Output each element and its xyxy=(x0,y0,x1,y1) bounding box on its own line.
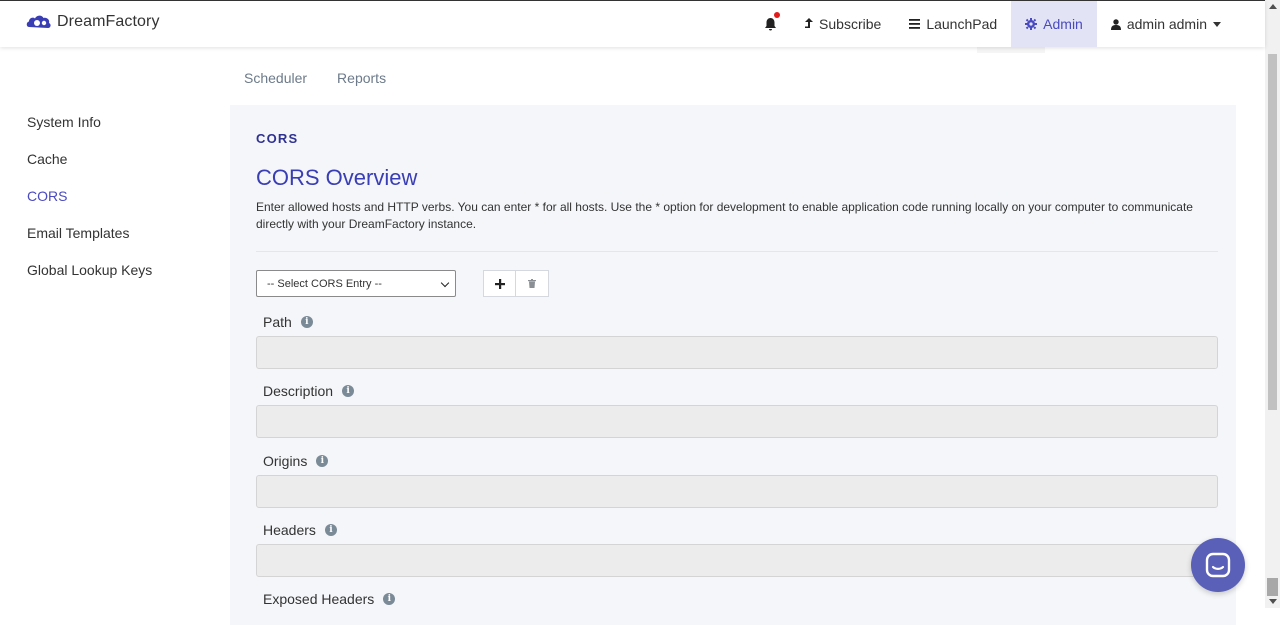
info-icon[interactable]: i xyxy=(383,593,396,605)
entry-actions xyxy=(483,270,549,297)
path-label: Path i xyxy=(263,314,313,330)
user-name: admin admin xyxy=(1126,16,1207,32)
description-label-text: Description xyxy=(263,383,334,399)
subscribe-label: Subscribe xyxy=(819,16,882,32)
dreamfactory-logo-icon xyxy=(26,15,51,28)
tab-scheduler[interactable]: Scheduler xyxy=(229,70,322,86)
page-scrollbar[interactable] xyxy=(1265,0,1280,608)
cors-entry-select[interactable]: -- Select CORS Entry -- xyxy=(256,270,456,297)
nav-right: Subscribe LaunchPad Admin admin admin xyxy=(750,1,1265,47)
headers-label-text: Headers xyxy=(263,522,316,538)
origins-label-text: Origins xyxy=(263,453,308,469)
origins-label: Origins i xyxy=(263,453,329,469)
trash-icon xyxy=(528,279,536,288)
sidebar-item-cache[interactable]: Cache xyxy=(27,152,152,189)
info-icon[interactable]: i xyxy=(316,455,329,467)
sidebar: System Info Cache CORS Email Templates G… xyxy=(27,115,152,300)
sidebar-item-email-templates[interactable]: Email Templates xyxy=(27,226,152,263)
notification-dot xyxy=(774,12,781,18)
info-icon[interactable]: i xyxy=(342,385,355,397)
scroll-down-arrow-icon[interactable] xyxy=(1269,599,1277,604)
admin-button[interactable]: Admin xyxy=(1011,1,1097,47)
cors-panel: CORS CORS Overview Enter allowed hosts a… xyxy=(230,105,1236,625)
scroll-up-arrow-icon[interactable] xyxy=(1269,4,1277,9)
subnav-tabs: Scheduler Reports xyxy=(229,70,401,86)
plus-icon xyxy=(494,278,505,289)
scrollbar-handle[interactable] xyxy=(1267,578,1278,596)
info-icon[interactable]: i xyxy=(324,524,337,536)
page-description: Enter allowed hosts and HTTP verbs. You … xyxy=(256,200,1193,231)
add-entry-button[interactable] xyxy=(483,270,516,297)
launchpad-label: LaunchPad xyxy=(926,16,998,32)
notifications-button[interactable] xyxy=(750,1,791,47)
section-label: CORS xyxy=(256,131,299,146)
origins-input[interactable] xyxy=(256,475,1218,508)
sidebar-item-system-info[interactable]: System Info xyxy=(27,115,152,152)
menu-bars-icon xyxy=(909,19,921,29)
subscribe-button[interactable]: Subscribe xyxy=(791,1,895,47)
user-menu-button[interactable]: admin admin xyxy=(1097,1,1235,47)
delete-entry-button[interactable] xyxy=(516,270,549,297)
sidebar-item-global-lookup-keys[interactable]: Global Lookup Keys xyxy=(27,263,152,300)
description-label: Description i xyxy=(263,383,355,399)
divider xyxy=(256,251,1218,252)
description-input[interactable] xyxy=(256,405,1218,438)
chat-icon xyxy=(1205,552,1231,578)
info-icon[interactable]: i xyxy=(300,316,313,328)
exposed-headers-label: Exposed Headers i xyxy=(263,591,396,607)
headers-input[interactable] xyxy=(256,544,1218,577)
tab-reports[interactable]: Reports xyxy=(322,70,401,86)
upload-arrow-icon xyxy=(805,18,814,28)
chat-launcher-button[interactable] xyxy=(1191,538,1245,592)
brand-name: DreamFactory xyxy=(57,13,160,30)
sidebar-item-cors[interactable]: CORS xyxy=(27,189,152,226)
path-label-text: Path xyxy=(263,314,292,330)
page-title: CORS Overview xyxy=(256,165,418,190)
headers-label: Headers i xyxy=(263,522,337,538)
launchpad-button[interactable]: LaunchPad xyxy=(895,1,1011,47)
gear-icon xyxy=(1025,18,1038,30)
admin-label: Admin xyxy=(1043,16,1083,32)
tab-indicator xyxy=(977,46,1045,53)
bell-icon xyxy=(765,18,777,31)
cors-entry-select-value: -- Select CORS Entry -- xyxy=(267,277,382,290)
scrollbar-thumb[interactable] xyxy=(1268,54,1277,410)
chevron-down-icon xyxy=(1213,21,1221,27)
top-navbar: DreamFactory Subscribe LaunchPad Admin a… xyxy=(0,0,1265,47)
exposed-headers-label-text: Exposed Headers xyxy=(263,591,375,607)
path-input[interactable] xyxy=(256,336,1218,369)
chevron-down-icon xyxy=(440,278,450,288)
user-icon xyxy=(1110,18,1121,30)
brand[interactable]: DreamFactory xyxy=(26,13,160,31)
